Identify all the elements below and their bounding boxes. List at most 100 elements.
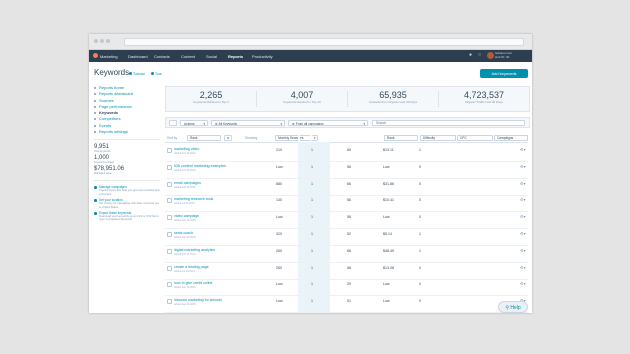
stat-value: 4,007	[290, 90, 314, 100]
sort-direction-button[interactable]: ⇅	[224, 135, 232, 141]
nav-item-contacts[interactable]: Contacts	[154, 54, 170, 59]
select-all-checkbox[interactable]	[169, 119, 177, 126]
keyword-added-date: Added Oct 28 2014	[174, 168, 196, 172]
gear-icon[interactable]: ⚙▾	[520, 197, 526, 202]
summary-stat: 65,935 Contacts from Organic Last 30 Day…	[348, 90, 438, 105]
tour-link[interactable]: Tour	[151, 72, 162, 76]
nav-item-social[interactable]: Social	[206, 54, 217, 59]
campaigns-cell: 0	[419, 265, 421, 270]
table-row[interactable]: digital marketing analytics Added Oct 17 …	[165, 246, 528, 263]
close-dot[interactable]	[94, 39, 98, 43]
row-checkbox[interactable]	[167, 148, 172, 153]
row-checkbox[interactable]	[167, 164, 172, 170]
chevron-down-icon: ▾	[203, 121, 205, 126]
showing-dropdown[interactable]: Monthly Searches	[275, 135, 311, 141]
keyword-link[interactable]: seals coach	[174, 231, 193, 235]
sidebar-divider	[94, 139, 160, 141]
sidebar-item-reports-settings[interactable]: Reports settings	[94, 129, 160, 135]
row-checkbox[interactable]	[167, 299, 172, 305]
export-keywords-link[interactable]: Export these keywords	[94, 211, 160, 215]
tutorial-link[interactable]: Tutorial	[129, 72, 145, 76]
row-checkbox[interactable]	[167, 232, 172, 237]
nav-item-marketing[interactable]: Marketing	[100, 54, 118, 59]
sidebar-item-label: Sources	[99, 97, 114, 103]
keyword-link[interactable]: marketing research tools	[174, 197, 213, 201]
minimize-dot[interactable]	[100, 39, 104, 43]
column-difficulty[interactable]: Difficulty	[420, 135, 456, 141]
keyword-added-date: Added Jan 28 2015	[174, 185, 196, 189]
keyword-added-date: Added Jan 28 2015	[174, 303, 196, 307]
add-keywords-button[interactable]: Add keywords	[480, 69, 528, 78]
row-checkbox[interactable]	[167, 181, 172, 187]
monthly-searches-cell: 210	[276, 148, 282, 152]
actions-label: Actions	[184, 121, 195, 126]
browser-window: Marketing Dashboard Contacts Content Soc…	[89, 34, 532, 313]
keyword-link[interactable]: email campaigns	[174, 181, 201, 185]
table-row[interactable]: video campaign Added Jan 28 2015 Low 1 56 Low…	[165, 212, 528, 230]
export-icon	[94, 212, 97, 215]
nav-item-productivity[interactable]: Productivity	[252, 54, 273, 59]
difficulty-cell: 56	[347, 164, 351, 169]
gear-icon[interactable]: ⚙▾	[520, 181, 526, 186]
table-row[interactable]: inbound marketing for schools Added Jan 2…	[165, 296, 528, 313]
avatar[interactable]	[487, 52, 494, 59]
nav-item-reports[interactable]: Reports	[228, 54, 243, 59]
row-checkbox[interactable]	[167, 282, 172, 288]
gear-icon[interactable]: ⚙▾	[520, 281, 526, 286]
column-cpc[interactable]: CPC	[457, 135, 493, 141]
table-row[interactable]: b2b content marketing examples Added Oct …	[165, 162, 528, 179]
monthly-searches-cell: Low	[276, 164, 283, 169]
gear-icon[interactable]: ⚙▾	[520, 265, 526, 270]
address-bar[interactable]	[124, 38, 524, 46]
manage-campaigns-desc: Choose topics that help you get more con…	[99, 189, 160, 196]
sprocket-logo-icon[interactable]	[93, 53, 98, 58]
column-rank[interactable]: Rank	[384, 135, 418, 141]
help-button[interactable]: ⚲ Help	[498, 301, 528, 313]
row-checkbox[interactable]	[167, 265, 172, 271]
table-row[interactable]: email campaigns Added Jan 28 2015 880 1 66 $3…	[165, 179, 528, 196]
stat-label: Contacts from Organic Last 30 Days	[368, 100, 418, 104]
row-checkbox[interactable]	[167, 198, 172, 204]
keyword-link[interactable]: digital marketing analytics	[174, 248, 215, 252]
manage-campaigns-link[interactable]: Manage campaigns	[94, 185, 160, 189]
table-row[interactable]: create a landing page Added Jul 29 2014 26…	[165, 263, 528, 280]
campaign-filter-dropdown[interactable]: ⚙ From all campaigns ▾	[288, 119, 368, 126]
keyword-link[interactable]: create a landing page	[174, 265, 209, 269]
stat-label: Keywords Ranked in Top 10	[283, 100, 321, 104]
gear-icon[interactable]: ⚙▾	[520, 248, 526, 253]
keyword-link[interactable]: b2b content marketing examples	[174, 164, 226, 168]
row-checkbox[interactable]	[167, 215, 172, 221]
info-icon	[129, 72, 132, 75]
help-circle-icon[interactable]: ○	[478, 53, 483, 58]
table-row[interactable]: marketing video Added Oct 29 2014 210 1 60 $1…	[165, 145, 528, 162]
keyword-filter-dropdown[interactable]: ⚙ All Keywords ▾	[211, 119, 285, 126]
top-nav: Marketing Dashboard Contacts Content Soc…	[89, 50, 532, 62]
column-campaigns[interactable]: Campaigns	[494, 135, 528, 141]
gear-icon[interactable]: ⚙▾	[520, 231, 526, 236]
gear-icon[interactable]: ⚙▾	[520, 147, 526, 152]
table-row[interactable]: marketing research tools Added Jul 29 201…	[165, 195, 528, 213]
showing-options-button[interactable]: ▾	[311, 135, 318, 141]
search-input[interactable]	[372, 119, 525, 126]
gear-icon[interactable]: ⚙▾	[520, 164, 526, 169]
actions-dropdown[interactable]: Actions ▾	[180, 119, 208, 126]
keyword-link[interactable]: marketing video	[174, 147, 199, 151]
gear-icon[interactable]: ⚙▾	[520, 214, 526, 219]
nav-item-dashboard[interactable]: Dashboard	[128, 54, 148, 59]
keyword-link[interactable]: how to give credit online	[174, 281, 213, 285]
sources-icon	[94, 99, 96, 102]
maximize-dot[interactable]	[106, 39, 110, 43]
table-row[interactable]: how to give credit online Added Jan 28 20…	[165, 279, 528, 297]
table-row[interactable]: seals coach Added Jan 09 2014 320 1 52 $5.14 1…	[165, 229, 528, 246]
notifications-icon[interactable]: ●	[469, 53, 474, 58]
monthly-searches-cell: 260	[276, 248, 282, 253]
rank-cell: 1	[311, 248, 313, 253]
set-location-link[interactable]: Set your location	[94, 198, 160, 202]
nav-item-content[interactable]: Content	[181, 54, 195, 59]
row-checkbox[interactable]	[167, 248, 172, 254]
account-menu[interactable]: hubspot.com Hub ID: 00	[495, 51, 512, 59]
stat-value: 65,935	[379, 90, 407, 100]
keyword-link[interactable]: video campaign	[174, 214, 199, 218]
sort-by-dropdown[interactable]: Rank	[187, 135, 221, 141]
keyword-link[interactable]: inbound marketing for schools	[174, 298, 222, 302]
